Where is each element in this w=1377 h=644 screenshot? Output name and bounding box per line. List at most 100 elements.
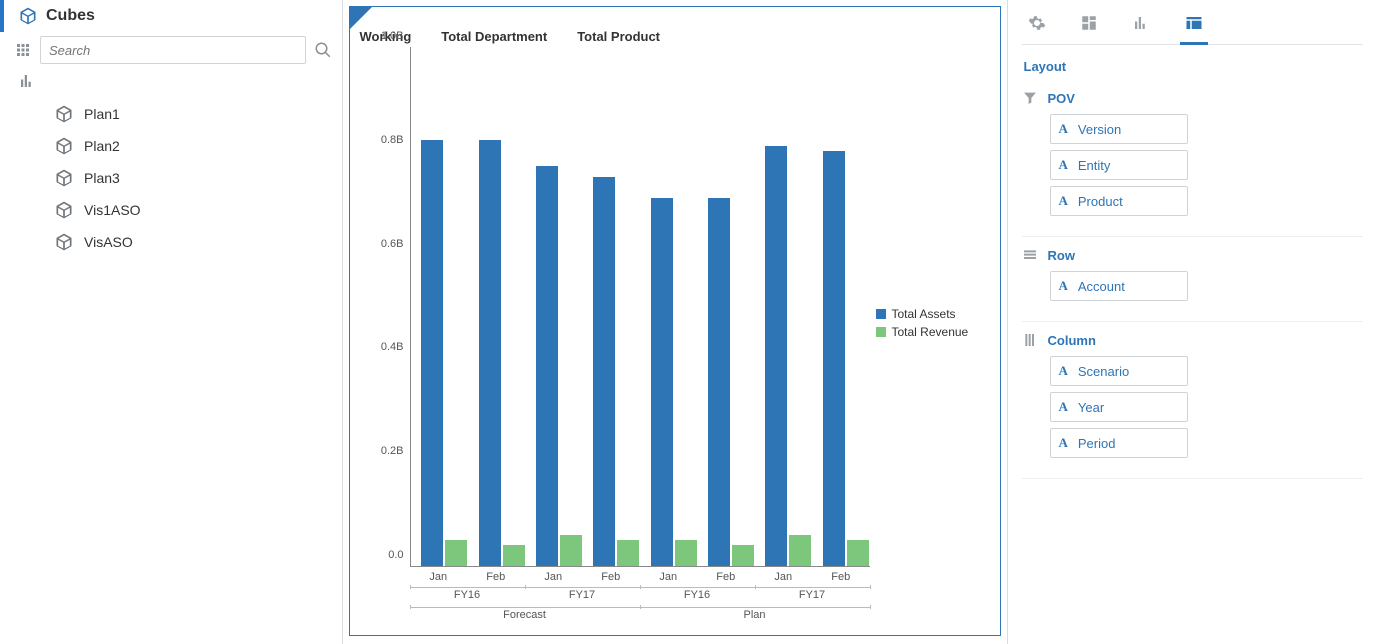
bar-assets — [421, 140, 443, 566]
dimension-type-icon: A — [1059, 399, 1068, 415]
x-scenario-bracket — [640, 607, 870, 608]
center-panel: Working Total Department Total Product 0… — [343, 0, 1007, 644]
chart-frame: Working Total Department Total Product 0… — [349, 6, 1001, 636]
bar-assets — [536, 166, 558, 566]
x-scenario-bracket — [410, 607, 640, 608]
dimension-item[interactable]: A Period — [1050, 428, 1188, 458]
legend-swatch-assets — [876, 309, 886, 319]
x-year-tick — [870, 585, 871, 589]
bar-revenue — [732, 545, 754, 566]
bar-revenue — [617, 540, 639, 566]
bar-revenue — [675, 540, 697, 566]
dimension-type-icon: A — [1059, 435, 1068, 451]
tab-settings[interactable] — [1024, 8, 1050, 44]
x-axis-labels: JanFebJanFebJanFebJanFebFY16FY17FY16FY17… — [410, 567, 870, 625]
layout-title: Layout — [1022, 45, 1364, 84]
dimension-label: Account — [1078, 279, 1125, 294]
x-year-tick — [640, 585, 641, 589]
legend-label: Total Assets — [892, 307, 956, 321]
chart-legend: Total Assets Total Revenue — [876, 307, 986, 343]
cube-small-icon — [54, 136, 74, 156]
row-icon — [1022, 247, 1038, 263]
dimension-item[interactable]: A Year — [1050, 392, 1188, 422]
x-month-label: Jan — [429, 571, 447, 583]
y-tick-label: 1.0B — [381, 30, 404, 42]
x-year-label: FY16 — [684, 589, 710, 601]
y-tick-label: 0.0 — [388, 549, 403, 561]
tab-dashboard[interactable] — [1076, 8, 1102, 44]
layout-group-head: Column — [1022, 326, 1364, 356]
search-input[interactable] — [40, 36, 306, 64]
x-year-bracket — [410, 587, 525, 588]
column-icon — [1022, 332, 1038, 348]
dimension-item[interactable]: A Scenario — [1050, 356, 1188, 386]
bar-revenue — [560, 535, 582, 566]
chart-pov-labels: Working Total Department Total Product — [360, 29, 661, 44]
cube-item-label: VisASO — [84, 234, 133, 250]
x-year-label: FY17 — [799, 589, 825, 601]
layout-group-pov: POVAVersionAEntityAProduct — [1022, 84, 1364, 237]
x-month-label: Jan — [544, 571, 562, 583]
x-month-label: Feb — [716, 571, 735, 583]
layout-group-label: POV — [1048, 91, 1075, 106]
dimension-item[interactable]: AVersion — [1050, 114, 1188, 144]
pov-label: Total Product — [577, 29, 660, 44]
dimension-type-icon: A — [1059, 121, 1068, 137]
cube-item[interactable]: Plan1 — [54, 98, 342, 130]
dimension-label: Scenario — [1078, 364, 1129, 379]
dimension-label: Period — [1078, 436, 1116, 451]
x-month-label: Feb — [831, 571, 850, 583]
legend-item: Total Revenue — [876, 325, 986, 339]
cube-small-icon — [54, 104, 74, 124]
bar-revenue — [503, 545, 525, 566]
x-scenario-tick — [640, 605, 641, 609]
dimension-type-icon: A — [1059, 363, 1068, 379]
y-tick-label: 0.4B — [381, 341, 404, 353]
tab-layout[interactable] — [1180, 8, 1208, 45]
x-year-tick — [525, 585, 526, 589]
x-year-label: FY16 — [454, 589, 480, 601]
cube-small-icon — [54, 232, 74, 252]
cube-item[interactable]: VisASO — [54, 226, 342, 258]
dimension-item[interactable]: AProduct — [1050, 186, 1188, 216]
cube-small-icon — [54, 168, 74, 188]
cube-item-label: Plan3 — [84, 170, 120, 186]
x-month-label: Jan — [774, 571, 792, 583]
x-scenario-label: Plan — [743, 609, 765, 621]
dimension-label: Entity — [1078, 158, 1111, 173]
cube-item[interactable]: Plan2 — [54, 130, 342, 162]
chart-plot — [410, 47, 870, 567]
dimension-label: Year — [1078, 400, 1104, 415]
x-year-bracket — [525, 587, 640, 588]
x-year-tick — [755, 585, 756, 589]
pov-icon — [1022, 90, 1038, 106]
cube-item-label: Plan1 — [84, 106, 120, 122]
tab-chart[interactable] — [1128, 8, 1154, 44]
dimension-item[interactable]: A Account — [1050, 271, 1188, 301]
cube-item-label: Plan2 — [84, 138, 120, 154]
right-panel-tabs — [1022, 4, 1364, 45]
search-icon[interactable] — [314, 41, 332, 59]
y-tick-label: 0.8B — [381, 134, 404, 146]
bar-assets — [765, 146, 787, 566]
legend-item: Total Assets — [876, 307, 986, 321]
sidebar-search-row — [0, 32, 342, 72]
layout-group-label: Row — [1048, 248, 1075, 263]
x-scenario-label: Forecast — [503, 609, 546, 621]
bar-revenue — [847, 540, 869, 566]
sidebar-title: Cubes — [46, 7, 95, 25]
cube-item[interactable]: Vis1ASO — [54, 194, 342, 226]
x-month-label: Feb — [486, 571, 505, 583]
pov-label: Total Department — [441, 29, 547, 44]
dimension-item[interactable]: A Entity — [1050, 150, 1188, 180]
dimension-type-icon: A — [1059, 278, 1068, 294]
apps-grid-icon[interactable] — [14, 41, 32, 59]
chart-mode-icon[interactable] — [0, 72, 342, 94]
cube-item[interactable]: Plan3 — [54, 162, 342, 194]
layout-group-head: POV — [1022, 84, 1364, 114]
legend-swatch-revenue — [876, 327, 886, 337]
y-axis: 0.00.2B0.4B0.6B0.8B1.0B — [360, 47, 410, 567]
y-tick-label: 0.2B — [381, 445, 404, 457]
dimension-type-icon: A — [1059, 157, 1068, 173]
bar-assets — [651, 198, 673, 566]
